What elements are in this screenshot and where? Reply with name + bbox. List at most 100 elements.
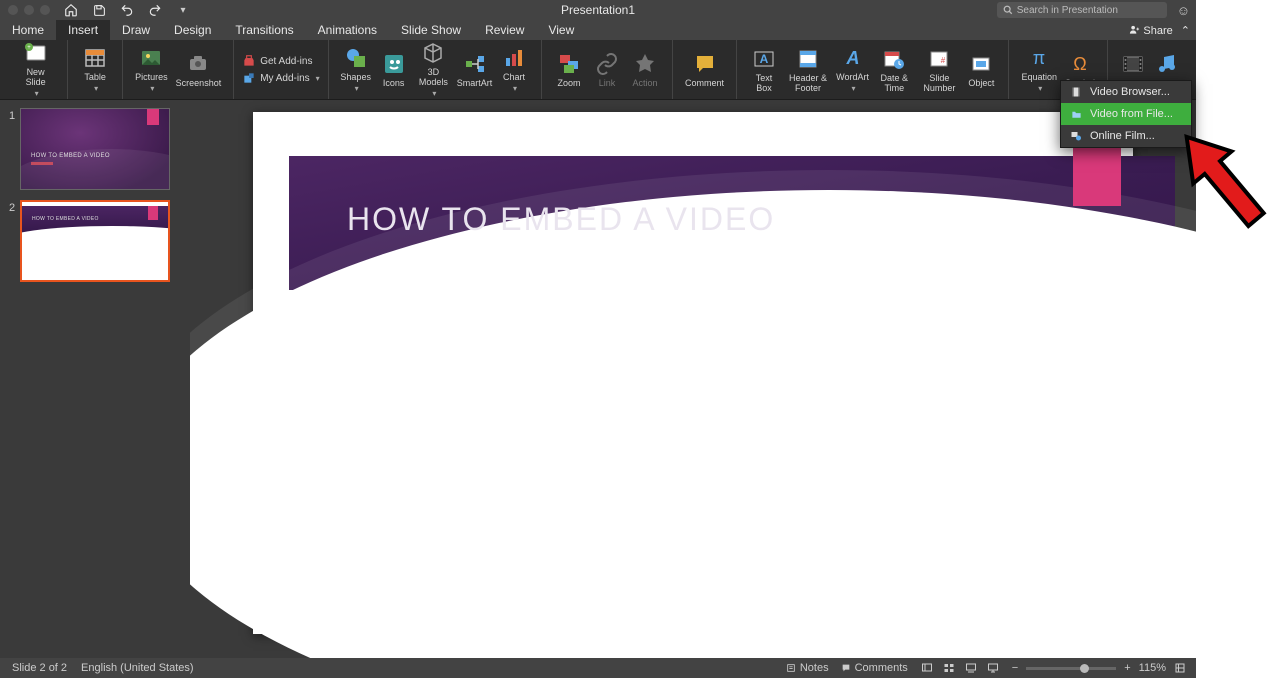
menu-video-from-file[interactable]: Video from File... bbox=[1061, 103, 1191, 125]
equation-icon: π bbox=[1026, 45, 1052, 71]
equation-button[interactable]: π Equation▾ bbox=[1017, 43, 1061, 96]
sorter-view-icon[interactable] bbox=[942, 662, 956, 674]
slide-banner: HOW TO EMBED A VIDEO bbox=[289, 156, 1175, 290]
reading-view-icon[interactable] bbox=[964, 662, 978, 674]
titlebar: ▾ Presentation1 Search in Presentation ☺ bbox=[0, 0, 1196, 20]
comment-icon bbox=[692, 51, 718, 77]
comment-button[interactable]: Comment bbox=[681, 49, 728, 91]
tab-design[interactable]: Design bbox=[162, 20, 223, 40]
home-icon[interactable] bbox=[64, 3, 78, 17]
account-icon[interactable]: ☺ bbox=[1177, 3, 1190, 18]
thumb-number: 2 bbox=[4, 200, 20, 214]
menu-video-browser[interactable]: Video Browser... bbox=[1061, 81, 1191, 103]
addins-icon bbox=[242, 71, 256, 85]
my-addins-button[interactable]: My Add-ins▾ bbox=[242, 71, 319, 85]
pictures-icon bbox=[138, 45, 164, 71]
video-icon bbox=[1120, 51, 1146, 77]
comments-button[interactable]: Comments bbox=[841, 662, 908, 674]
svg-text:A: A bbox=[845, 48, 859, 68]
link-icon bbox=[594, 51, 620, 77]
slide[interactable]: HOW TO EMBED A VIDEO bbox=[253, 112, 1133, 634]
zoom-percent[interactable]: 115% bbox=[1139, 662, 1166, 674]
undo-icon[interactable] bbox=[120, 3, 134, 17]
table-icon bbox=[82, 45, 108, 71]
menu-online-film[interactable]: Online Film... bbox=[1061, 125, 1191, 147]
normal-view-icon[interactable] bbox=[920, 662, 934, 674]
zoom-in-icon[interactable]: + bbox=[1124, 662, 1130, 674]
share-button[interactable]: Share bbox=[1129, 24, 1172, 37]
screenshot-button[interactable]: Screenshot bbox=[172, 49, 226, 91]
globe-film-icon bbox=[1069, 129, 1083, 143]
svg-text:Ω: Ω bbox=[1073, 54, 1086, 74]
collapse-ribbon-icon[interactable]: ⌃ bbox=[1181, 24, 1190, 37]
chart-button[interactable]: Chart▾ bbox=[495, 43, 533, 96]
get-addins-button[interactable]: Get Add-ins bbox=[242, 54, 319, 68]
notes-button[interactable]: Notes bbox=[786, 662, 829, 674]
tab-draw[interactable]: Draw bbox=[110, 20, 162, 40]
new-slide-icon: + bbox=[23, 40, 49, 66]
quick-access-toolbar: ▾ bbox=[50, 3, 190, 17]
3d-models-button[interactable]: 3D Models▾ bbox=[413, 38, 454, 101]
shapes-icon bbox=[343, 45, 369, 71]
ribbon-tabs: Home Insert Draw Design Transitions Anim… bbox=[0, 20, 1196, 40]
status-bar: Slide 2 of 2 English (United States) Not… bbox=[0, 658, 1196, 678]
slide-canvas[interactable]: HOW TO EMBED A VIDEO bbox=[190, 100, 1196, 658]
zoom-out-icon[interactable]: − bbox=[1012, 662, 1018, 674]
slideshow-view-icon[interactable] bbox=[986, 662, 1000, 674]
new-slide-button[interactable]: + New Slide▾ bbox=[12, 38, 59, 101]
maximize-window-icon[interactable] bbox=[40, 5, 50, 15]
shapes-button[interactable]: Shapes▾ bbox=[337, 43, 375, 96]
table-button[interactable]: Table▾ bbox=[76, 43, 114, 96]
language-status[interactable]: English (United States) bbox=[81, 662, 194, 674]
symbol-icon: Ω bbox=[1067, 51, 1093, 77]
qat-customize-icon[interactable]: ▾ bbox=[176, 3, 190, 17]
svg-text:π: π bbox=[1033, 48, 1045, 68]
search-icon bbox=[1003, 5, 1013, 15]
slide-title[interactable]: HOW TO EMBED A VIDEO bbox=[347, 201, 775, 238]
tab-review[interactable]: Review bbox=[473, 20, 536, 40]
tab-transitions[interactable]: Transitions bbox=[223, 20, 305, 40]
slide-thumbnail-1[interactable]: HOW TO EMBED A VIDEO bbox=[20, 108, 170, 190]
chart-icon bbox=[501, 45, 527, 71]
svg-text:#: # bbox=[941, 56, 946, 65]
redo-icon[interactable] bbox=[148, 3, 162, 17]
slide-count[interactable]: Slide 2 of 2 bbox=[12, 662, 67, 674]
link-button: Link bbox=[588, 49, 626, 91]
workspace: 1 HOW TO EMBED A VIDEO 2 HOW TO EMBED A … bbox=[0, 100, 1196, 658]
header-footer-button[interactable]: Header & Footer bbox=[783, 44, 833, 96]
zoom-slider[interactable] bbox=[1026, 667, 1116, 670]
audio-icon bbox=[1154, 51, 1180, 77]
screenshot-icon bbox=[185, 51, 211, 77]
app-window: ▾ Presentation1 Search in Presentation ☺… bbox=[0, 0, 1196, 678]
date-time-icon bbox=[881, 46, 907, 72]
text-box-icon: A bbox=[751, 46, 777, 72]
tab-slideshow[interactable]: Slide Show bbox=[389, 20, 473, 40]
close-window-icon[interactable] bbox=[8, 5, 18, 15]
smartart-button[interactable]: SmartArt bbox=[454, 49, 495, 91]
document-title: Presentation1 bbox=[561, 3, 635, 17]
zoom-button[interactable]: Zoom bbox=[550, 49, 588, 91]
search-input[interactable]: Search in Presentation bbox=[997, 2, 1167, 18]
film-strip-icon bbox=[1069, 85, 1083, 99]
save-icon[interactable] bbox=[92, 3, 106, 17]
wordart-button[interactable]: A WordArt▾ bbox=[833, 43, 872, 96]
slide-thumbnail-2[interactable]: HOW TO EMBED A VIDEO bbox=[20, 200, 170, 282]
date-time-button[interactable]: Date & Time bbox=[872, 44, 916, 96]
tab-insert[interactable]: Insert bbox=[56, 20, 110, 40]
slide-number-icon: # bbox=[926, 46, 952, 72]
object-button[interactable]: Object bbox=[962, 49, 1000, 91]
tab-animations[interactable]: Animations bbox=[306, 20, 389, 40]
svg-text:+: + bbox=[27, 45, 31, 51]
slide-number-button[interactable]: # Slide Number bbox=[916, 44, 962, 96]
minimize-window-icon[interactable] bbox=[24, 5, 34, 15]
pictures-button[interactable]: Pictures▾ bbox=[131, 43, 172, 96]
action-icon bbox=[632, 51, 658, 77]
action-button: Action bbox=[626, 49, 664, 91]
icons-button[interactable]: Icons bbox=[375, 49, 413, 91]
tab-home[interactable]: Home bbox=[0, 20, 56, 40]
video-dropdown-menu: Video Browser... Video from File... Onli… bbox=[1060, 80, 1192, 148]
text-box-button[interactable]: A Text Box bbox=[745, 44, 783, 96]
fit-window-icon[interactable] bbox=[1174, 662, 1186, 674]
tab-view[interactable]: View bbox=[536, 20, 586, 40]
folder-icon bbox=[1069, 107, 1083, 121]
